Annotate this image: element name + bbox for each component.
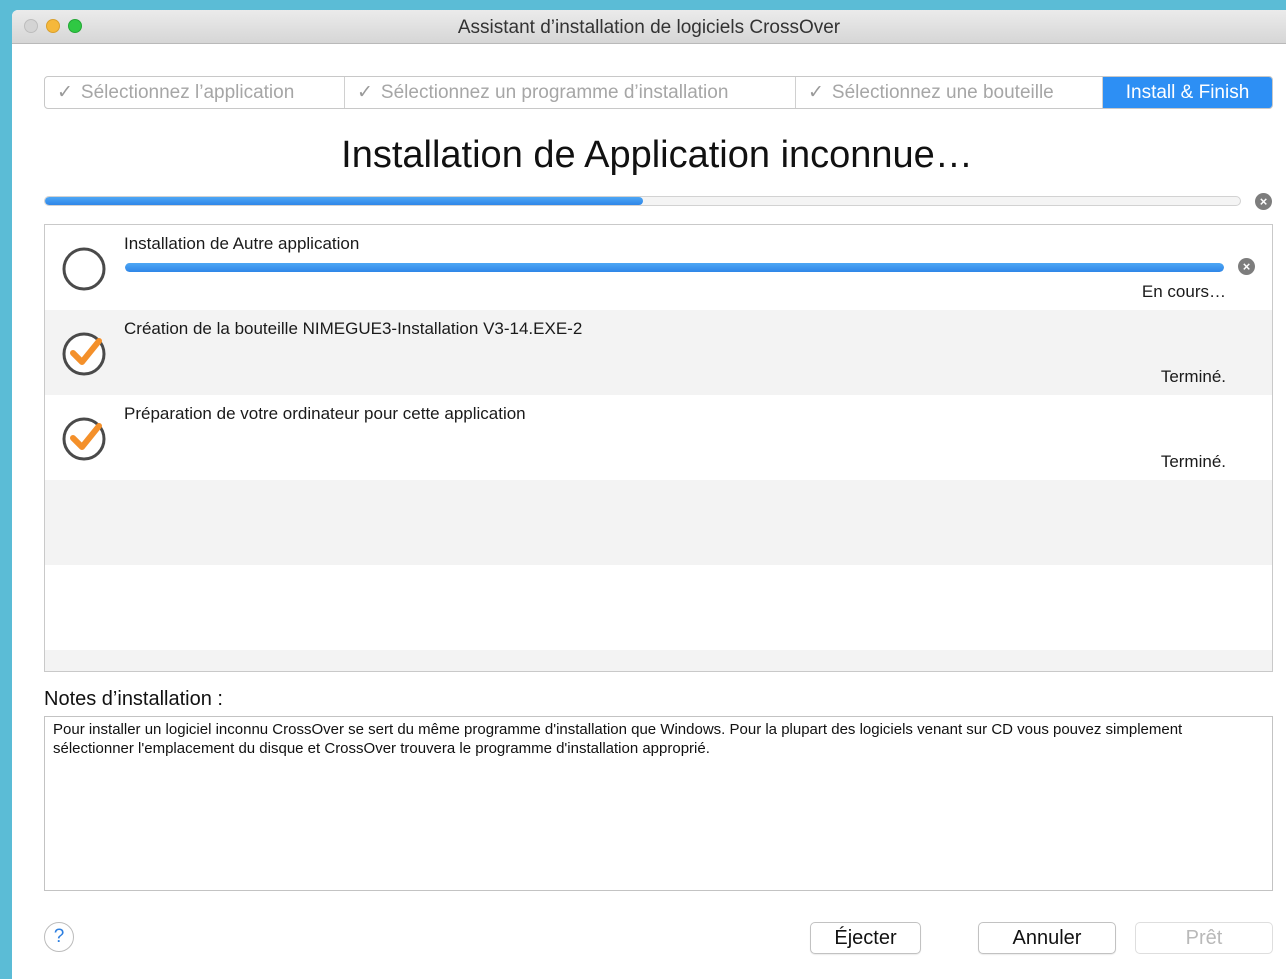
cancel-overall-icon[interactable]: × bbox=[1255, 193, 1272, 210]
ready-button[interactable]: Prêt bbox=[1135, 922, 1273, 954]
notes-label: Notes d’installation : bbox=[44, 688, 223, 710]
task-label: Installation de Autre application bbox=[124, 234, 360, 253]
task-row: Installation de Autre application × En c… bbox=[45, 225, 1272, 310]
task-row: Création de la bouteille NIMEGUE3-Instal… bbox=[45, 310, 1272, 395]
step-label: Sélectionnez l’application bbox=[80, 81, 295, 103]
step-select-bottle[interactable]: ✓ Sélectionnez une bouteille bbox=[796, 77, 1103, 108]
title-bar: Assistant d’installation de logiciels Cr… bbox=[12, 10, 1286, 44]
task-progress-bar bbox=[125, 263, 1224, 272]
overall-progress-bar bbox=[44, 196, 1241, 206]
help-button[interactable]: ? bbox=[44, 922, 74, 952]
empty-row bbox=[45, 565, 1272, 650]
task-row: Préparation de votre ordinateur pour cet… bbox=[45, 395, 1272, 480]
checkmark-icon: ✓ bbox=[808, 82, 824, 103]
cancel-task-icon[interactable]: × bbox=[1238, 258, 1255, 275]
pending-circle-icon bbox=[62, 247, 106, 291]
installation-notes[interactable]: Pour installer un logiciel inconnu Cross… bbox=[44, 716, 1273, 891]
overall-progress-fill bbox=[45, 197, 643, 205]
completed-check-icon bbox=[62, 332, 106, 376]
task-status: Terminé. bbox=[1160, 367, 1226, 386]
page-title: Installation de Application inconnue… bbox=[341, 134, 973, 176]
window-title: Assistant d’installation de logiciels Cr… bbox=[457, 17, 841, 38]
step-select-installer[interactable]: ✓ Sélectionnez un programme d’installati… bbox=[345, 77, 796, 108]
step-label: Sélectionnez un programme d’installation bbox=[380, 81, 729, 103]
empty-row bbox=[45, 480, 1272, 565]
completed-check-icon bbox=[62, 417, 106, 461]
task-progress-fill bbox=[125, 263, 1224, 272]
checkmark-icon: ✓ bbox=[57, 82, 73, 103]
step-label: Install & Finish bbox=[1125, 81, 1250, 103]
task-list: Installation de Autre application × En c… bbox=[44, 224, 1273, 672]
task-label: Préparation de votre ordinateur pour cet… bbox=[124, 404, 526, 423]
step-label: Sélectionnez une bouteille bbox=[831, 81, 1054, 103]
checkmark-icon: ✓ bbox=[357, 82, 373, 103]
task-status: En cours… bbox=[1141, 282, 1226, 301]
task-label: Création de la bouteille NIMEGUE3-Instal… bbox=[124, 319, 583, 338]
empty-row bbox=[45, 650, 1272, 671]
task-status: Terminé. bbox=[1160, 452, 1226, 471]
installer-window: Assistant d’installation de logiciels Cr… bbox=[12, 10, 1286, 979]
step-install-finish[interactable]: Install & Finish bbox=[1103, 77, 1272, 108]
wizard-steps: ✓ Sélectionnez l’application ✓ Sélection… bbox=[44, 76, 1273, 109]
cancel-button[interactable]: Annuler bbox=[978, 922, 1116, 954]
eject-button[interactable]: Éjecter bbox=[810, 922, 921, 954]
step-select-application[interactable]: ✓ Sélectionnez l’application bbox=[45, 77, 345, 108]
